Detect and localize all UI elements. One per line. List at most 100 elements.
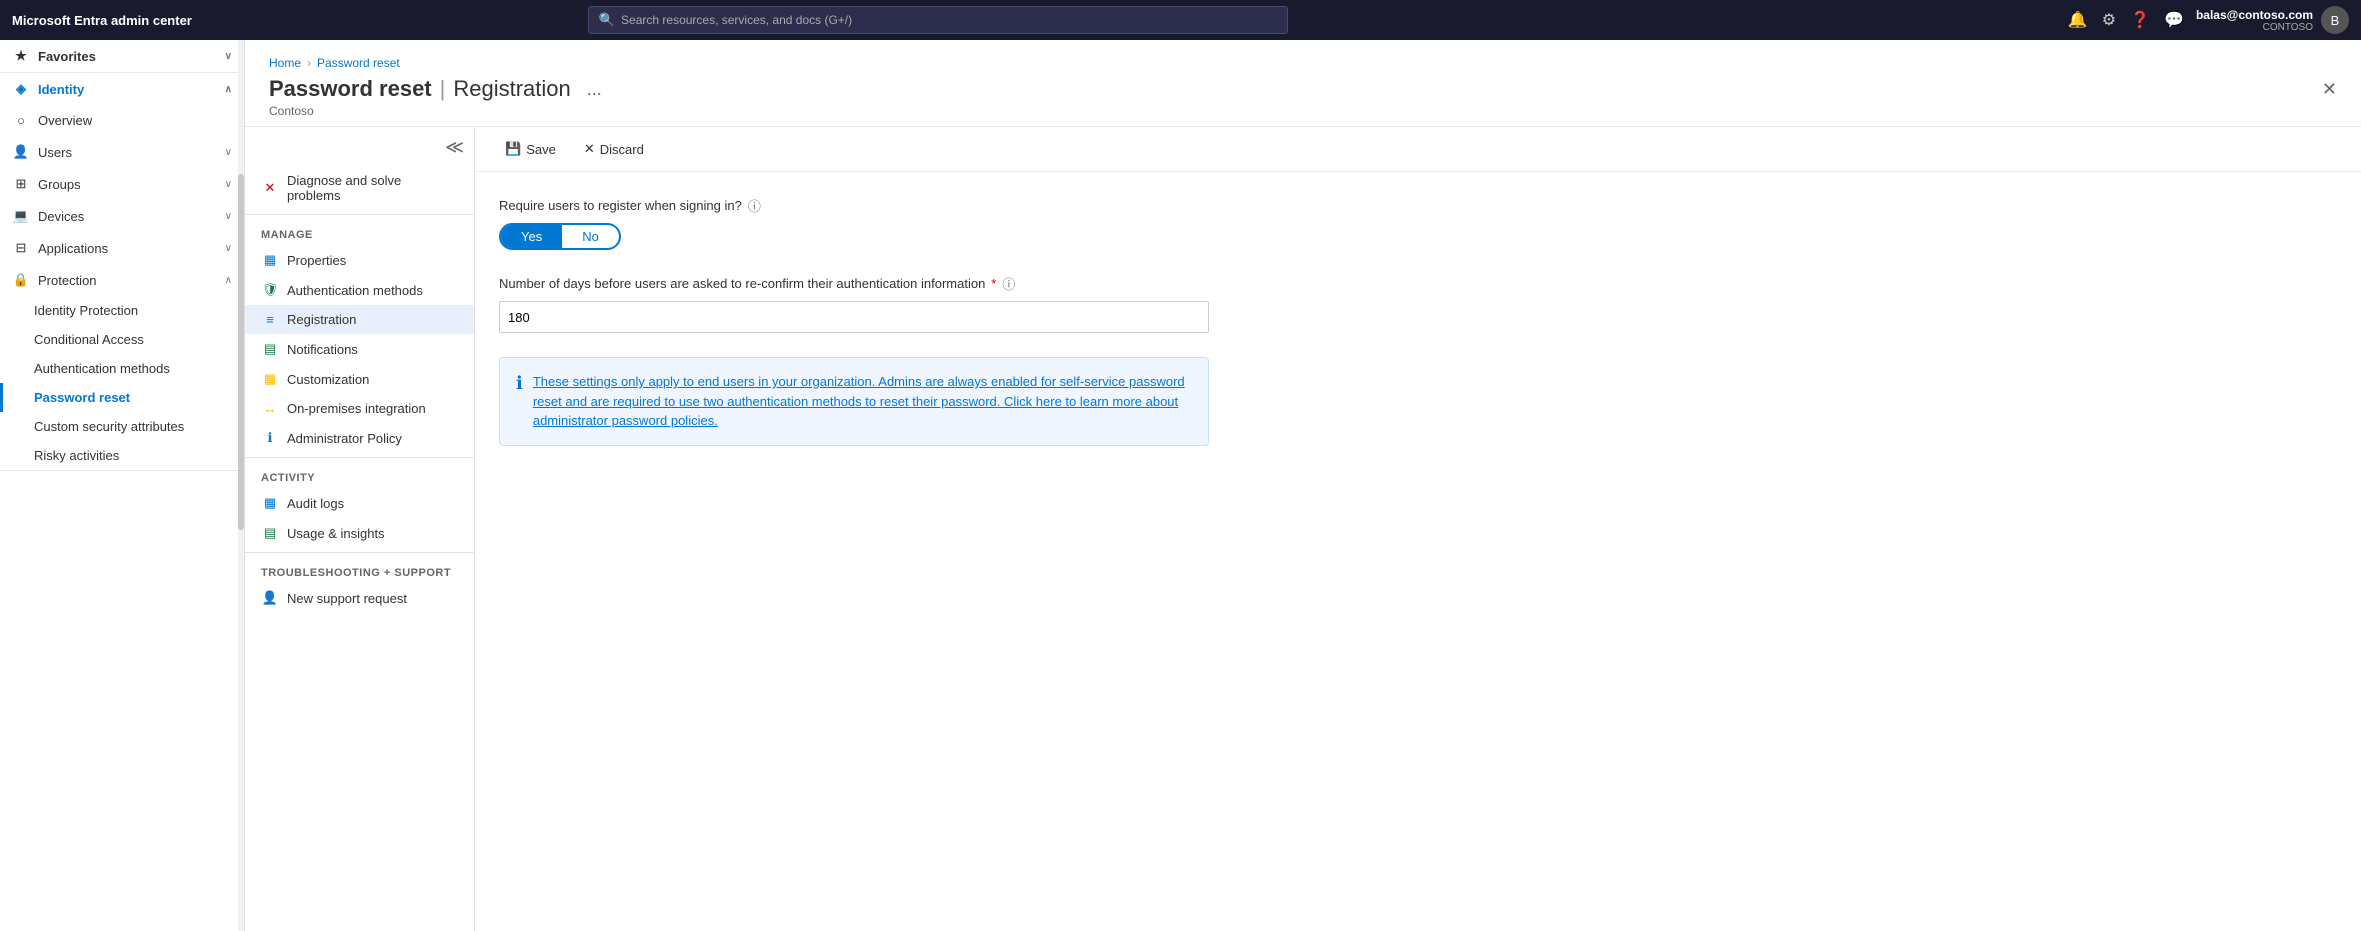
second-sidebar-registration[interactable]: ≡ Registration (245, 305, 474, 334)
diagnose-icon: ✕ (261, 180, 279, 196)
days-input[interactable] (499, 301, 1209, 333)
save-button[interactable]: 💾 Save (499, 137, 562, 161)
page-header: Home › Password reset Password reset | R… (245, 40, 2361, 127)
second-sidebar-notifications[interactable]: ▤ Notifications (245, 334, 474, 364)
require-register-section: Require users to register when signing i… (499, 196, 2337, 250)
avatar[interactable]: B (2321, 6, 2349, 34)
close-button[interactable]: ✕ (2322, 79, 2337, 100)
collapse-sidebar-button[interactable]: ≪ (445, 137, 464, 158)
devices-label: Devices (38, 209, 84, 224)
diagnose-label: Diagnose and solve problems (287, 173, 458, 203)
breadcrumb-home[interactable]: Home (269, 56, 301, 70)
sidebar-item-identity[interactable]: ◈ Identity ∧ (0, 73, 244, 105)
applications-chevron-icon: ∨ (225, 243, 232, 254)
feedback-icon[interactable]: 💬 (2164, 10, 2184, 30)
password-reset-label: Password reset (34, 390, 130, 405)
page-org: Contoso (269, 104, 2337, 118)
info-box-link[interactable]: These settings only apply to end users i… (533, 374, 1185, 428)
second-sidebar-usage-insights[interactable]: ▤ Usage & insights (245, 518, 474, 548)
manage-section-label: Manage (245, 219, 474, 245)
admin-policy-icon: ℹ (261, 430, 279, 446)
support-icon: 👤 (261, 590, 279, 606)
content-body: Require users to register when signing i… (475, 172, 2361, 931)
chevron-down-icon: ∨ (225, 51, 232, 62)
second-sidebar-properties[interactable]: ▦ Properties (245, 245, 474, 275)
second-sidebar-audit-logs[interactable]: ▦ Audit logs (245, 488, 474, 518)
applications-label: Applications (38, 241, 108, 256)
sidebar-item-custom-security[interactable]: Custom security attributes (0, 412, 244, 441)
sidebar-item-groups[interactable]: ⊞ Groups ∨ (0, 168, 244, 200)
star-icon: ★ (12, 48, 30, 64)
auth-methods-icon: 🛡 (261, 282, 279, 298)
conditional-access-label: Conditional Access (34, 332, 144, 347)
inner-layout: ≪ ✕ Diagnose and solve problems Manage ▦… (245, 127, 2361, 931)
toolbar: 💾 Save ✕ Discard (475, 127, 2361, 172)
diagnose-item[interactable]: ✕ Diagnose and solve problems (245, 166, 474, 210)
content-area: Home › Password reset Password reset | R… (245, 40, 2361, 931)
sidebar-item-identity-protection[interactable]: Identity Protection (0, 296, 244, 325)
page-title-row: Password reset | Registration ... ✕ (269, 76, 2337, 102)
collapse-button-container: ≪ (245, 137, 474, 166)
second-sidebar-on-premises[interactable]: ↔ On-premises integration (245, 394, 474, 423)
overview-icon: ○ (12, 113, 30, 128)
devices-icon: 💻 (12, 208, 30, 224)
scrollbar-thumb[interactable] (238, 174, 244, 530)
search-bar[interactable]: 🔍 (588, 6, 1288, 34)
troubleshooting-section-label: Troubleshooting + Support (245, 557, 474, 583)
sidebar-divider-2 (245, 457, 474, 458)
sidebar-item-protection[interactable]: 🔒 Protection ∧ (0, 264, 244, 296)
protection-chevron-icon: ∧ (225, 275, 232, 286)
audit-logs-icon: ▦ (261, 495, 279, 511)
applications-icon: ⊟ (12, 240, 30, 256)
custom-security-label: Custom security attributes (34, 419, 184, 434)
sidebar-item-applications[interactable]: ⊟ Applications ∨ (0, 232, 244, 264)
notifications-icon[interactable]: 🔔 (2068, 10, 2088, 30)
users-label: Users (38, 145, 72, 160)
second-sidebar-auth-methods[interactable]: 🛡 Authentication methods (245, 275, 474, 305)
sidebar-divider-3 (245, 552, 474, 553)
breadcrumb-section[interactable]: Password reset (317, 56, 400, 70)
toggle-yes-button[interactable]: Yes (501, 225, 562, 248)
require-register-question: Require users to register when signing i… (499, 196, 2337, 215)
registration-icon: ≡ (261, 312, 279, 327)
user-info[interactable]: balas@contoso.com CONTOSO B (2196, 6, 2349, 34)
groups-chevron-icon: ∨ (225, 179, 232, 190)
second-sidebar-customization[interactable]: ▦ Customization (245, 364, 474, 394)
new-support-label: New support request (287, 591, 407, 606)
app-title: Microsoft Entra admin center (12, 13, 192, 28)
properties-icon: ▦ (261, 252, 279, 268)
customization-label: Customization (287, 372, 369, 387)
discard-button[interactable]: ✕ Discard (578, 137, 650, 161)
customization-icon: ▦ (261, 371, 279, 387)
page-subtitle: Registration (453, 76, 570, 102)
sidebar-item-conditional-access[interactable]: Conditional Access (0, 325, 244, 354)
sidebar-item-password-reset[interactable]: Password reset (0, 383, 244, 412)
favorites-section: ★ Favorites ∨ (0, 40, 244, 73)
sidebar-item-devices[interactable]: 💻 Devices ∨ (0, 200, 244, 232)
toggle-group: Yes No (499, 223, 621, 250)
protection-label: Protection (38, 273, 97, 288)
second-sidebar: ≪ ✕ Diagnose and solve problems Manage ▦… (245, 127, 475, 931)
sidebar-item-risky-activities[interactable]: Risky activities (0, 441, 244, 470)
search-icon: 🔍 (599, 12, 615, 28)
second-sidebar-new-support[interactable]: 👤 New support request (245, 583, 474, 613)
sidebar-item-overview[interactable]: ○ Overview (0, 105, 244, 136)
require-register-info-icon[interactable]: ⓘ (748, 196, 761, 215)
search-input[interactable] (621, 13, 1277, 27)
second-sidebar-admin-policy[interactable]: ℹ Administrator Policy (245, 423, 474, 453)
properties-label: Properties (287, 253, 346, 268)
usage-insights-label: Usage & insights (287, 526, 385, 541)
toggle-no-button[interactable]: No (562, 225, 619, 248)
help-icon[interactable]: ❓ (2130, 10, 2150, 30)
discard-icon: ✕ (584, 141, 595, 157)
settings-icon[interactable]: ⚙ (2102, 10, 2116, 30)
info-box: ℹ These settings only apply to end users… (499, 357, 1209, 446)
discard-label: Discard (600, 142, 644, 157)
sidebar-item-auth-methods[interactable]: Authentication methods (0, 354, 244, 383)
sidebar-item-favorites[interactable]: ★ Favorites ∨ (0, 40, 244, 72)
sidebar-item-users[interactable]: 👤 Users ∨ (0, 136, 244, 168)
top-navigation: Microsoft Entra admin center 🔍 🔔 ⚙ ❓ 💬 b… (0, 0, 2361, 40)
days-info-icon[interactable]: ⓘ (1002, 274, 1015, 293)
registration-label: Registration (287, 312, 356, 327)
ellipsis-button[interactable]: ... (587, 79, 602, 100)
